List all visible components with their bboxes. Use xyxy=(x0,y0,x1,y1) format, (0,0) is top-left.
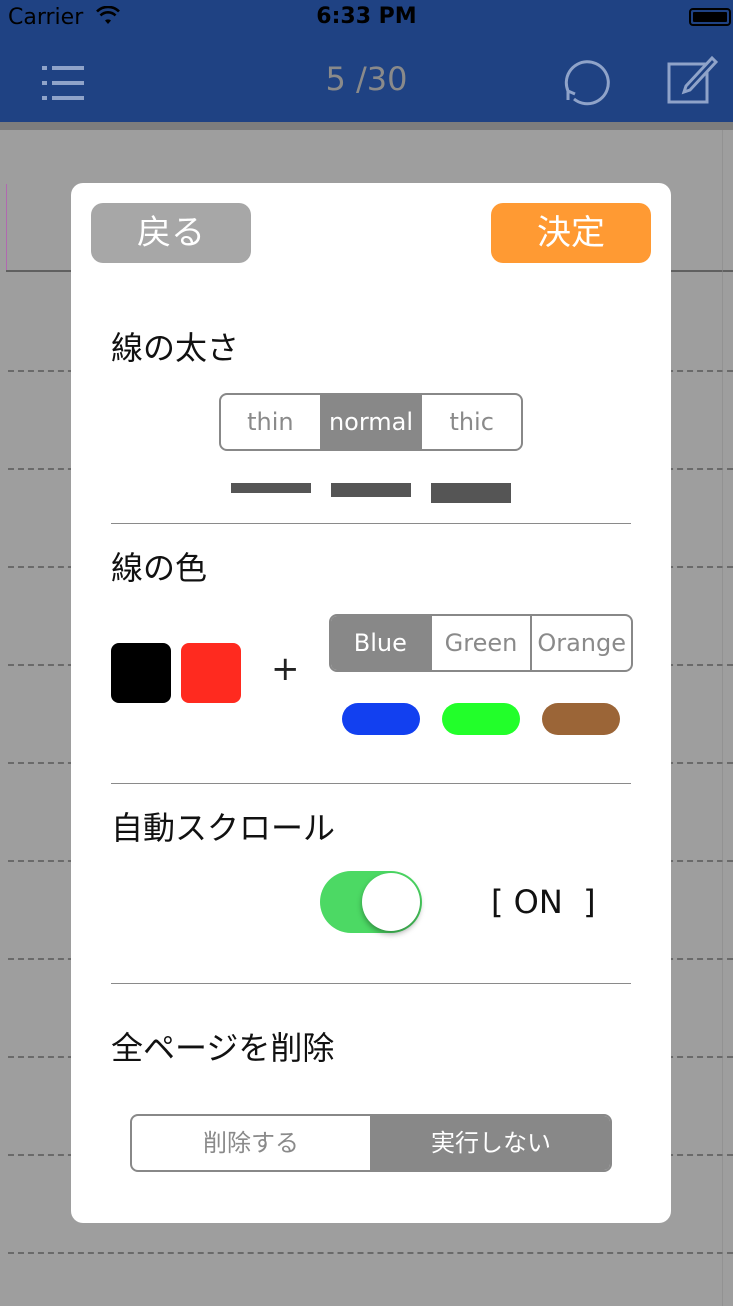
auto-scroll-title: 自動スクロール xyxy=(111,809,336,847)
line-width-title: 線の太さ xyxy=(111,329,240,367)
segment-blue[interactable]: Blue xyxy=(331,616,430,670)
section-divider xyxy=(111,523,631,524)
status-bar: Carrier 6:33 PM xyxy=(0,0,733,36)
segment-orange[interactable]: Orange xyxy=(530,616,631,670)
back-button[interactable]: 戻る xyxy=(91,203,251,263)
delete-all-title: 全ページを削除 xyxy=(111,1029,335,1067)
paper-margin-line xyxy=(6,184,7,272)
page-counter: 5 /30 xyxy=(325,60,408,98)
segment-thick[interactable]: thic xyxy=(420,395,521,449)
black-swatch[interactable] xyxy=(111,643,171,703)
nav-divider xyxy=(0,122,733,130)
color-segmented-control: Blue Green Orange xyxy=(329,614,633,672)
segment-thin[interactable]: thin xyxy=(221,395,320,449)
red-swatch[interactable] xyxy=(181,643,241,703)
plus-sign: + xyxy=(271,649,300,689)
segment-delete[interactable]: 削除する xyxy=(132,1116,370,1170)
segment-green[interactable]: Green xyxy=(429,616,531,670)
clock: 6:33 PM xyxy=(316,4,417,29)
line-color-title: 線の色 xyxy=(111,549,208,587)
thin-line-preview xyxy=(231,483,311,493)
orange-color-preview xyxy=(542,703,620,735)
section-divider xyxy=(111,983,631,984)
battery-icon xyxy=(689,8,731,26)
confirm-button[interactable]: 決定 xyxy=(491,203,651,263)
toggle-knob xyxy=(362,873,420,931)
paper-rule xyxy=(8,1252,733,1254)
segment-do-not-delete[interactable]: 実行しない xyxy=(370,1116,610,1170)
auto-scroll-toggle[interactable] xyxy=(320,871,422,933)
compose-icon[interactable] xyxy=(666,54,718,106)
normal-line-preview xyxy=(331,483,411,497)
blue-color-preview xyxy=(342,703,420,735)
paper-right-margin xyxy=(722,130,723,1306)
section-divider xyxy=(111,783,631,784)
line-width-segmented-control: thin normal thic xyxy=(219,393,523,451)
settings-dialog: 戻る 決定 線の太さ thin normal thic 線の色 + Blue G… xyxy=(71,183,671,1223)
green-color-preview xyxy=(442,703,520,735)
delete-segmented-control: 削除する 実行しない xyxy=(130,1114,612,1172)
segment-normal[interactable]: normal xyxy=(319,395,421,449)
auto-scroll-status: [ ON ] xyxy=(491,883,596,921)
nav-bar: 5 /30 xyxy=(0,36,733,122)
thick-line-preview xyxy=(431,483,511,503)
history-icon[interactable] xyxy=(560,58,610,108)
